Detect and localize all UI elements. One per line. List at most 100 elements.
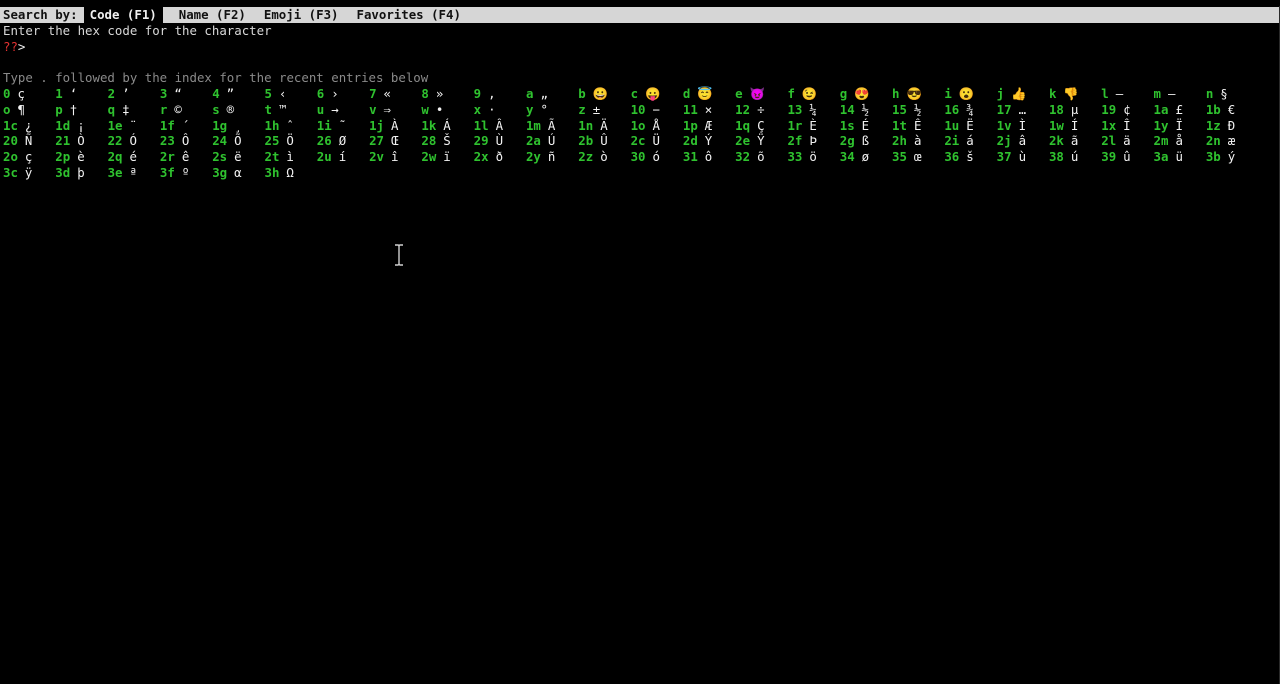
recent-entry[interactable]: 35 œ [892,149,944,165]
recent-entry[interactable]: 8» [421,86,473,102]
recent-entry[interactable]: 28 Š [421,133,473,149]
recent-entry[interactable]: 1f ´ [160,118,212,134]
recent-entry[interactable]: 33 ö [787,149,839,165]
recent-entry[interactable]: 2e Ÿ [735,133,787,149]
recent-entry[interactable]: k 👎 [1049,86,1101,102]
recent-entry[interactable]: 3g α [212,165,264,181]
recent-entry[interactable]: v ⇒ [369,102,421,118]
recent-entry[interactable]: 3h Ω [264,165,316,181]
recent-entry[interactable]: 12 ÷ [735,102,787,118]
recent-entry[interactable]: 4” [212,86,264,102]
recent-entry[interactable]: 0ç [3,86,55,102]
recent-entry[interactable]: p † [55,102,107,118]
recent-entry[interactable]: 2m å [1154,133,1206,149]
recent-entry[interactable]: 31 ô [683,149,735,165]
recent-entry[interactable]: 1q Ç [735,118,787,134]
recent-entry[interactable]: n § [1206,86,1258,102]
recent-entry[interactable]: 24 Õ [212,133,264,149]
recent-entry[interactable]: 5 ‹ [264,86,316,102]
recent-entry[interactable]: 14 ½ [840,102,892,118]
recent-entry[interactable]: 1v Ì [997,118,1049,134]
recent-entry[interactable]: 1m Ã [526,118,578,134]
recent-entry[interactable]: r © [160,102,212,118]
recent-entry[interactable]: s ® [212,102,264,118]
recent-entry[interactable]: 1g ¸ [212,118,264,134]
recent-entry[interactable]: 3e ª [108,165,160,181]
recent-entry[interactable]: 1z Ð [1206,118,1258,134]
recent-entry[interactable]: 3 “ [160,86,212,102]
recent-entry[interactable]: b 😀 [578,86,630,102]
recent-entry[interactable]: h 😎 [892,86,944,102]
recent-entry[interactable]: 18 µ [1049,102,1101,118]
recent-entry[interactable]: u → [317,102,369,118]
recent-entry[interactable]: f 😉 [787,86,839,102]
recent-entry[interactable]: 2o ç [3,149,55,165]
recent-entry[interactable]: q ‡ [108,102,160,118]
recent-entry[interactable]: 13 ¼ [787,102,839,118]
recent-entry[interactable]: 2’ [108,86,160,102]
recent-entry[interactable]: m – [1154,86,1206,102]
recent-entry[interactable]: z ± [578,102,630,118]
recent-entry[interactable]: 1x Î [1101,118,1153,134]
recent-entry[interactable]: 2h à [892,133,944,149]
recent-entry[interactable]: 1j À [369,118,421,134]
recent-entry[interactable]: 1d ¡ [55,118,107,134]
recent-entry[interactable]: 2v î [369,149,421,165]
recent-entry[interactable]: 9, [474,86,526,102]
recent-entry[interactable]: 15 ½ [892,102,944,118]
recent-entry[interactable]: 2n æ [1206,133,1258,149]
recent-entry[interactable]: 1o Å [631,118,683,134]
recent-entry[interactable]: 1b € [1206,102,1258,118]
recent-entry[interactable]: 23 Ô [160,133,212,149]
tab-code[interactable]: Code (F1) [83,7,163,23]
recent-entry[interactable]: 2l ä [1101,133,1153,149]
recent-entry[interactable]: 2i á [944,133,996,149]
recent-entry[interactable]: 1r È [787,118,839,134]
recent-entry[interactable]: i 😮 [944,86,996,102]
recent-entry[interactable]: 37 ù [997,149,1049,165]
recent-entry[interactable]: 17… [997,102,1049,118]
recent-entry[interactable]: 2a Ú [526,133,578,149]
recent-entry[interactable]: 34 ø [840,149,892,165]
recent-entry[interactable]: 1s É [840,118,892,134]
recent-entry[interactable]: 2y ñ [526,149,578,165]
recent-entry[interactable]: 2b Û [578,133,630,149]
recent-entry[interactable]: x · [474,102,526,118]
recent-entry[interactable]: 2f Þ [787,133,839,149]
tab-emoji[interactable]: Emoji (F3) [258,7,345,23]
recent-entry[interactable]: 20 Ñ [3,133,55,149]
recent-entry[interactable]: l — [1101,86,1153,102]
recent-entry[interactable]: d 😇 [683,86,735,102]
recent-entry[interactable]: c 😛 [631,86,683,102]
recent-entry[interactable]: 1e ¨ [108,118,160,134]
recent-entry[interactable]: t ™ [264,102,316,118]
recent-entry[interactable]: 3c ÿ [3,165,55,181]
recent-entry[interactable]: 25 Ö [264,133,316,149]
recent-entry[interactable]: 2p è [55,149,107,165]
recent-entry[interactable]: 1w Í [1049,118,1101,134]
recent-entry[interactable]: 6 › [317,86,369,102]
recent-entry[interactable]: 1n Ä [578,118,630,134]
recent-entry[interactable]: 1y Ï [1154,118,1206,134]
tab-favorites[interactable]: Favorites (F4) [351,7,467,23]
recent-entry[interactable]: 1i ˜ [317,118,369,134]
recent-entry[interactable]: 39 û [1101,149,1153,165]
recent-entry[interactable]: 7 « [369,86,421,102]
recent-entry[interactable]: 2d Ý [683,133,735,149]
recent-entry[interactable]: 2j â [997,133,1049,149]
recent-entry[interactable]: 11 × [683,102,735,118]
recent-entry[interactable]: 1l Â [474,118,526,134]
recent-entry[interactable]: 3a ü [1154,149,1206,165]
recent-entry[interactable]: 36 š [944,149,996,165]
recent-entry[interactable]: 1a £ [1154,102,1206,118]
recent-entry[interactable]: 3b ý [1206,149,1258,165]
tab-name[interactable]: Name (F2) [173,7,252,23]
recent-entry[interactable]: 30 ó [631,149,683,165]
recent-entry[interactable]: 2u í [317,149,369,165]
recent-entry[interactable]: 2s ë [212,149,264,165]
recent-entry[interactable]: j 👍 [997,86,1049,102]
recent-entry[interactable]: 1k Á [421,118,473,134]
recent-entry[interactable]: 19 ¢ [1101,102,1153,118]
recent-entry[interactable]: 27 Œ [369,133,421,149]
recent-entry[interactable]: w • [421,102,473,118]
